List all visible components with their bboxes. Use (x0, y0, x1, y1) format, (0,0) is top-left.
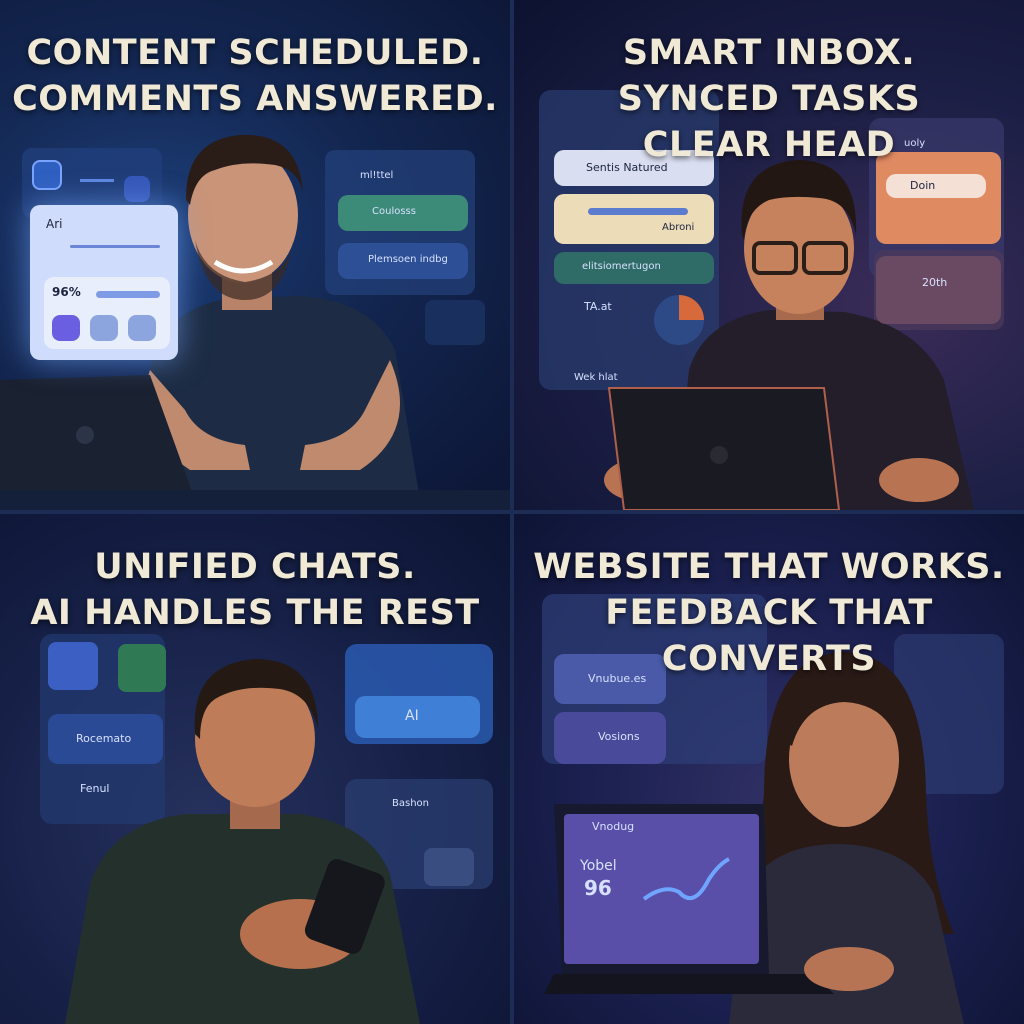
headline-line-1: UNIFIED CHATS. (94, 547, 416, 587)
panel-content-scheduled: CONTENT SCHEDULED. COMMENTS ANSWERED. Ar… (0, 0, 510, 510)
chat-app-icon (118, 644, 166, 692)
spiral-app-icon (32, 160, 62, 190)
inbox-item-2: Abroni (554, 194, 714, 244)
site-item-2-label: Vosions (598, 730, 640, 743)
list-item-3-row: Plemsoen indbg (338, 243, 468, 279)
list-item-1: ml!ttel (360, 170, 394, 181)
headline: UNIFIED CHATS. AI HANDLES THE REST (0, 544, 510, 636)
check-icon (52, 315, 80, 341)
chat-item-2-label: Fenul (80, 782, 110, 795)
headline-line-2: FEEDBACK THAT CONVERTS (605, 593, 933, 679)
inbox-item-3-label: elitsiomertugon (582, 261, 661, 272)
list-item-2: Coulosss (372, 206, 416, 217)
panel-website-feedback: WEBSITE THAT WORKS. FEEDBACK THAT CONVER… (514, 514, 1024, 1024)
chat-item-1-label: Rocemato (76, 732, 132, 745)
pie-chart-icon (654, 295, 704, 345)
screen-label: Yobel (580, 858, 617, 874)
card-label: Ari (46, 217, 63, 231)
date-card: 20th (876, 256, 1001, 324)
headline-line-2: COMMENTS ANSWERED. (12, 79, 498, 119)
headline-line-2: AI HANDLES THE REST (30, 593, 480, 633)
progress-bar (96, 291, 160, 298)
headline: CONTENT SCHEDULED. COMMENTS ANSWERED. (0, 30, 510, 122)
screen-title: Vnodug (592, 820, 635, 833)
list-item-2-row: Coulosss (338, 195, 468, 231)
panel-unified-chats: UNIFIED CHATS. AI HANDLES THE REST Rocem… (0, 514, 510, 1024)
check-icon (128, 315, 156, 341)
inbox-item-4-label: TA.at (584, 300, 612, 313)
inbox-item-2-line (588, 208, 688, 215)
headline-line-2: SYNCED TASKS (617, 79, 921, 119)
headline-line-1: SMART INBOX. (622, 33, 916, 73)
circle-app-icon (48, 642, 98, 690)
site-item-2: Vosions (554, 712, 666, 764)
chat-item-1: Rocemato (48, 714, 163, 764)
screen-value: 96 (584, 876, 612, 900)
trend-line-icon (80, 168, 114, 182)
document-icon (124, 176, 150, 202)
ai-label: AI (405, 708, 419, 724)
inbox-item-3: elitsiomertugon (554, 252, 714, 284)
headline: WEBSITE THAT WORKS. FEEDBACK THAT CONVER… (514, 544, 1024, 682)
panel-smart-inbox: SMART INBOX. SYNCED TASKS CLEAR HEAD Sen… (514, 0, 1024, 510)
headline-line-1: WEBSITE THAT WORKS. (533, 547, 1005, 587)
date-card-label: 20th (922, 276, 948, 289)
percent-label: 96% (52, 285, 81, 299)
analytics-card: Ari 96% (30, 205, 178, 360)
headline-line-1: CONTENT SCHEDULED. (26, 33, 484, 73)
inbox-item-5-label: Wek hlat (574, 372, 618, 383)
wave-line (70, 245, 160, 248)
headline: SMART INBOX. SYNCED TASKS CLEAR HEAD (514, 30, 1024, 168)
stats-subcard: 96% (44, 277, 170, 349)
ai-card: AI (355, 696, 480, 738)
four-panel-illustration: CONTENT SCHEDULED. COMMENTS ANSWERED. Ar… (0, 0, 1024, 1024)
task-card-label: Doin (910, 179, 936, 192)
inbox-item-2-label: Abroni (662, 222, 695, 233)
list-item-3: Plemsoen indbg (368, 254, 448, 265)
chat-item-3-label: Bashon (392, 798, 429, 809)
headline-line-3: CLEAR HEAD (642, 125, 896, 165)
task-card-inner: Doin (886, 174, 986, 198)
circle-icon (90, 315, 118, 341)
chevron-down-icon (424, 848, 474, 886)
